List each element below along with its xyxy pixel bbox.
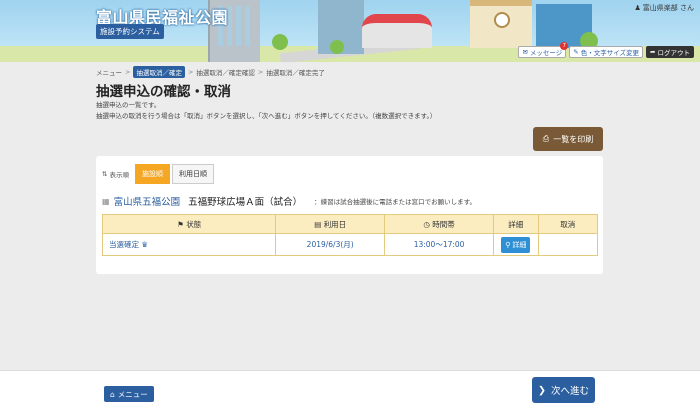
site-header: 富山県民福祉公園 施設予約システム ♟ 富山県楽部 さん ✉ メッセージ 7 ✎…: [0, 0, 700, 62]
header-illustration-tree: [330, 40, 344, 54]
description-line: 抽選申込の取消を行う場合は「取消」ボタンを選択し、「次へ進む」ボタンを押してくだ…: [96, 112, 437, 120]
column-header-cancel: 取消: [537, 214, 599, 234]
sort-controls: ⇅ 表示順 施設順 利用日順: [102, 164, 214, 184]
room-name: 五福野球広場Ａ面（試合）: [188, 197, 303, 208]
building-icon: ▦: [102, 196, 110, 206]
font-color-button[interactable]: ✎ 色・文字サイズ変更: [569, 46, 644, 58]
table-header-row: ⚑ 状態 ▤ 利用日 ◷ 時間帯 詳細 取消: [101, 214, 599, 234]
chevron-right-icon: ❯: [538, 384, 546, 396]
logout-icon: ➦: [650, 48, 656, 56]
application-list-card: ⇅ 表示順 施設順 利用日順 ▦ 富山県五福公園 五福野球広場Ａ面（試合） ：練…: [96, 156, 603, 274]
message-count-badge: 7: [560, 42, 569, 50]
time-cell: 13:00～17:00: [384, 233, 495, 256]
next-button[interactable]: ❯ 次へ進む: [532, 377, 595, 403]
user-icon: ♟: [634, 4, 641, 12]
trophy-icon: ♛: [141, 240, 149, 249]
menu-button[interactable]: ⌂ メニュー: [104, 386, 154, 402]
print-label: 一覧を印刷: [553, 134, 594, 144]
facility-row: ▦ 富山県五福公園 五福野球広場Ａ面（試合） ：練習は試合抽選後に電話または窓口…: [102, 194, 597, 209]
status-cell: 当選確定 ♛: [101, 233, 277, 256]
search-icon: ⚲: [505, 240, 511, 249]
header-buttons: ✉ メッセージ 7 ✎ 色・文字サイズ変更 ➦ ログアウト: [518, 42, 694, 58]
description-line: 抽選申込の一覧です。: [96, 101, 161, 109]
column-header-label: 時間帯: [432, 219, 455, 229]
home-icon: ⌂: [110, 389, 115, 399]
table-row: 当選確定 ♛ 2019/6/3(月) 13:00～17:00 ⚲ 詳細: [101, 233, 599, 256]
date-cell: 2019/6/3(月): [275, 233, 386, 256]
column-header-status: ⚑ 状態: [101, 214, 277, 234]
column-header-date: ▤ 利用日: [275, 214, 386, 234]
facility-note: ：練習は試合抽選後に電話または窓口でお願いします。: [314, 198, 476, 206]
site-subtitle: 施設予約システム: [96, 24, 164, 39]
header-illustration-building: [470, 0, 532, 48]
header-illustration-tree: [272, 34, 288, 50]
breadcrumb-item-current: 抽選取消／確定: [133, 66, 185, 78]
logout-label: ログアウト: [657, 49, 691, 57]
column-header-label: 利用日: [323, 219, 347, 229]
sort-label: ⇅ 表示順: [102, 169, 129, 179]
column-header-time: ◷ 時間帯: [384, 214, 495, 234]
breadcrumb-item-complete: 抽選取消／確定完了: [266, 69, 325, 77]
detail-cell: ⚲ 詳細: [493, 233, 539, 256]
user-name: 富山県楽部 さん: [642, 4, 694, 12]
breadcrumb-separator: >: [257, 68, 264, 76]
page-title: 抽選申込の確認・取消: [96, 84, 231, 100]
print-list-button[interactable]: ⎙ 一覧を印刷: [533, 127, 603, 151]
sort-by-date-button[interactable]: 利用日順: [171, 164, 214, 184]
sort-by-facility-button[interactable]: 施設順: [134, 164, 170, 184]
font-color-label: 色・文字サイズ変更: [580, 49, 640, 57]
printer-icon: ⎙: [542, 134, 550, 143]
breadcrumb: メニュー > 抽選取消／確定 > 抽選取消／確定確認 > 抽選取消／確定完了: [96, 66, 325, 78]
facility-name-link[interactable]: 富山県五福公園: [114, 194, 181, 208]
calendar-icon: ▤: [314, 219, 322, 229]
logout-button[interactable]: ➦ ログアウト: [646, 46, 694, 58]
page-description: 抽選申込の一覧です。 抽選申込の取消を行う場合は「取消」ボタンを選択し、「次へ進…: [96, 100, 436, 122]
flag-icon: ⚑: [177, 219, 184, 229]
message-button[interactable]: ✉ メッセージ 7: [518, 42, 569, 58]
detail-label: 詳細: [512, 240, 527, 249]
message-label: メッセージ: [529, 49, 563, 57]
breadcrumb-item-confirm: 抽選取消／確定確認: [196, 69, 255, 77]
column-header-label: 状態: [186, 219, 202, 229]
sort-icon: ⇅: [102, 170, 108, 178]
detail-button[interactable]: ⚲ 詳細: [501, 236, 531, 253]
clock-icon: ◷: [423, 219, 430, 229]
breadcrumb-item-menu[interactable]: メニュー: [96, 67, 122, 77]
chat-icon: ✉: [522, 48, 528, 56]
column-header-detail: 詳細: [493, 214, 539, 234]
header-illustration-stadium: [362, 14, 432, 48]
breadcrumb-separator: >: [187, 68, 194, 76]
user-info: ♟ 富山県楽部 さん: [634, 3, 694, 13]
footer-bar: ⌂ メニュー ❯ 次へ進む: [0, 370, 700, 410]
next-label: 次へ進む: [550, 386, 589, 397]
sort-label-text: 表示順: [109, 171, 129, 179]
menu-label: メニュー: [117, 389, 148, 399]
pencil-icon: ✎: [573, 48, 579, 56]
application-table: ⚑ 状態 ▤ 利用日 ◷ 時間帯 詳細 取消 当選確定 ♛ 2019/6/3(月…: [101, 214, 599, 256]
breadcrumb-separator: >: [125, 68, 131, 76]
cancel-cell[interactable]: [537, 233, 599, 256]
status-text: 当選確定: [109, 240, 139, 249]
